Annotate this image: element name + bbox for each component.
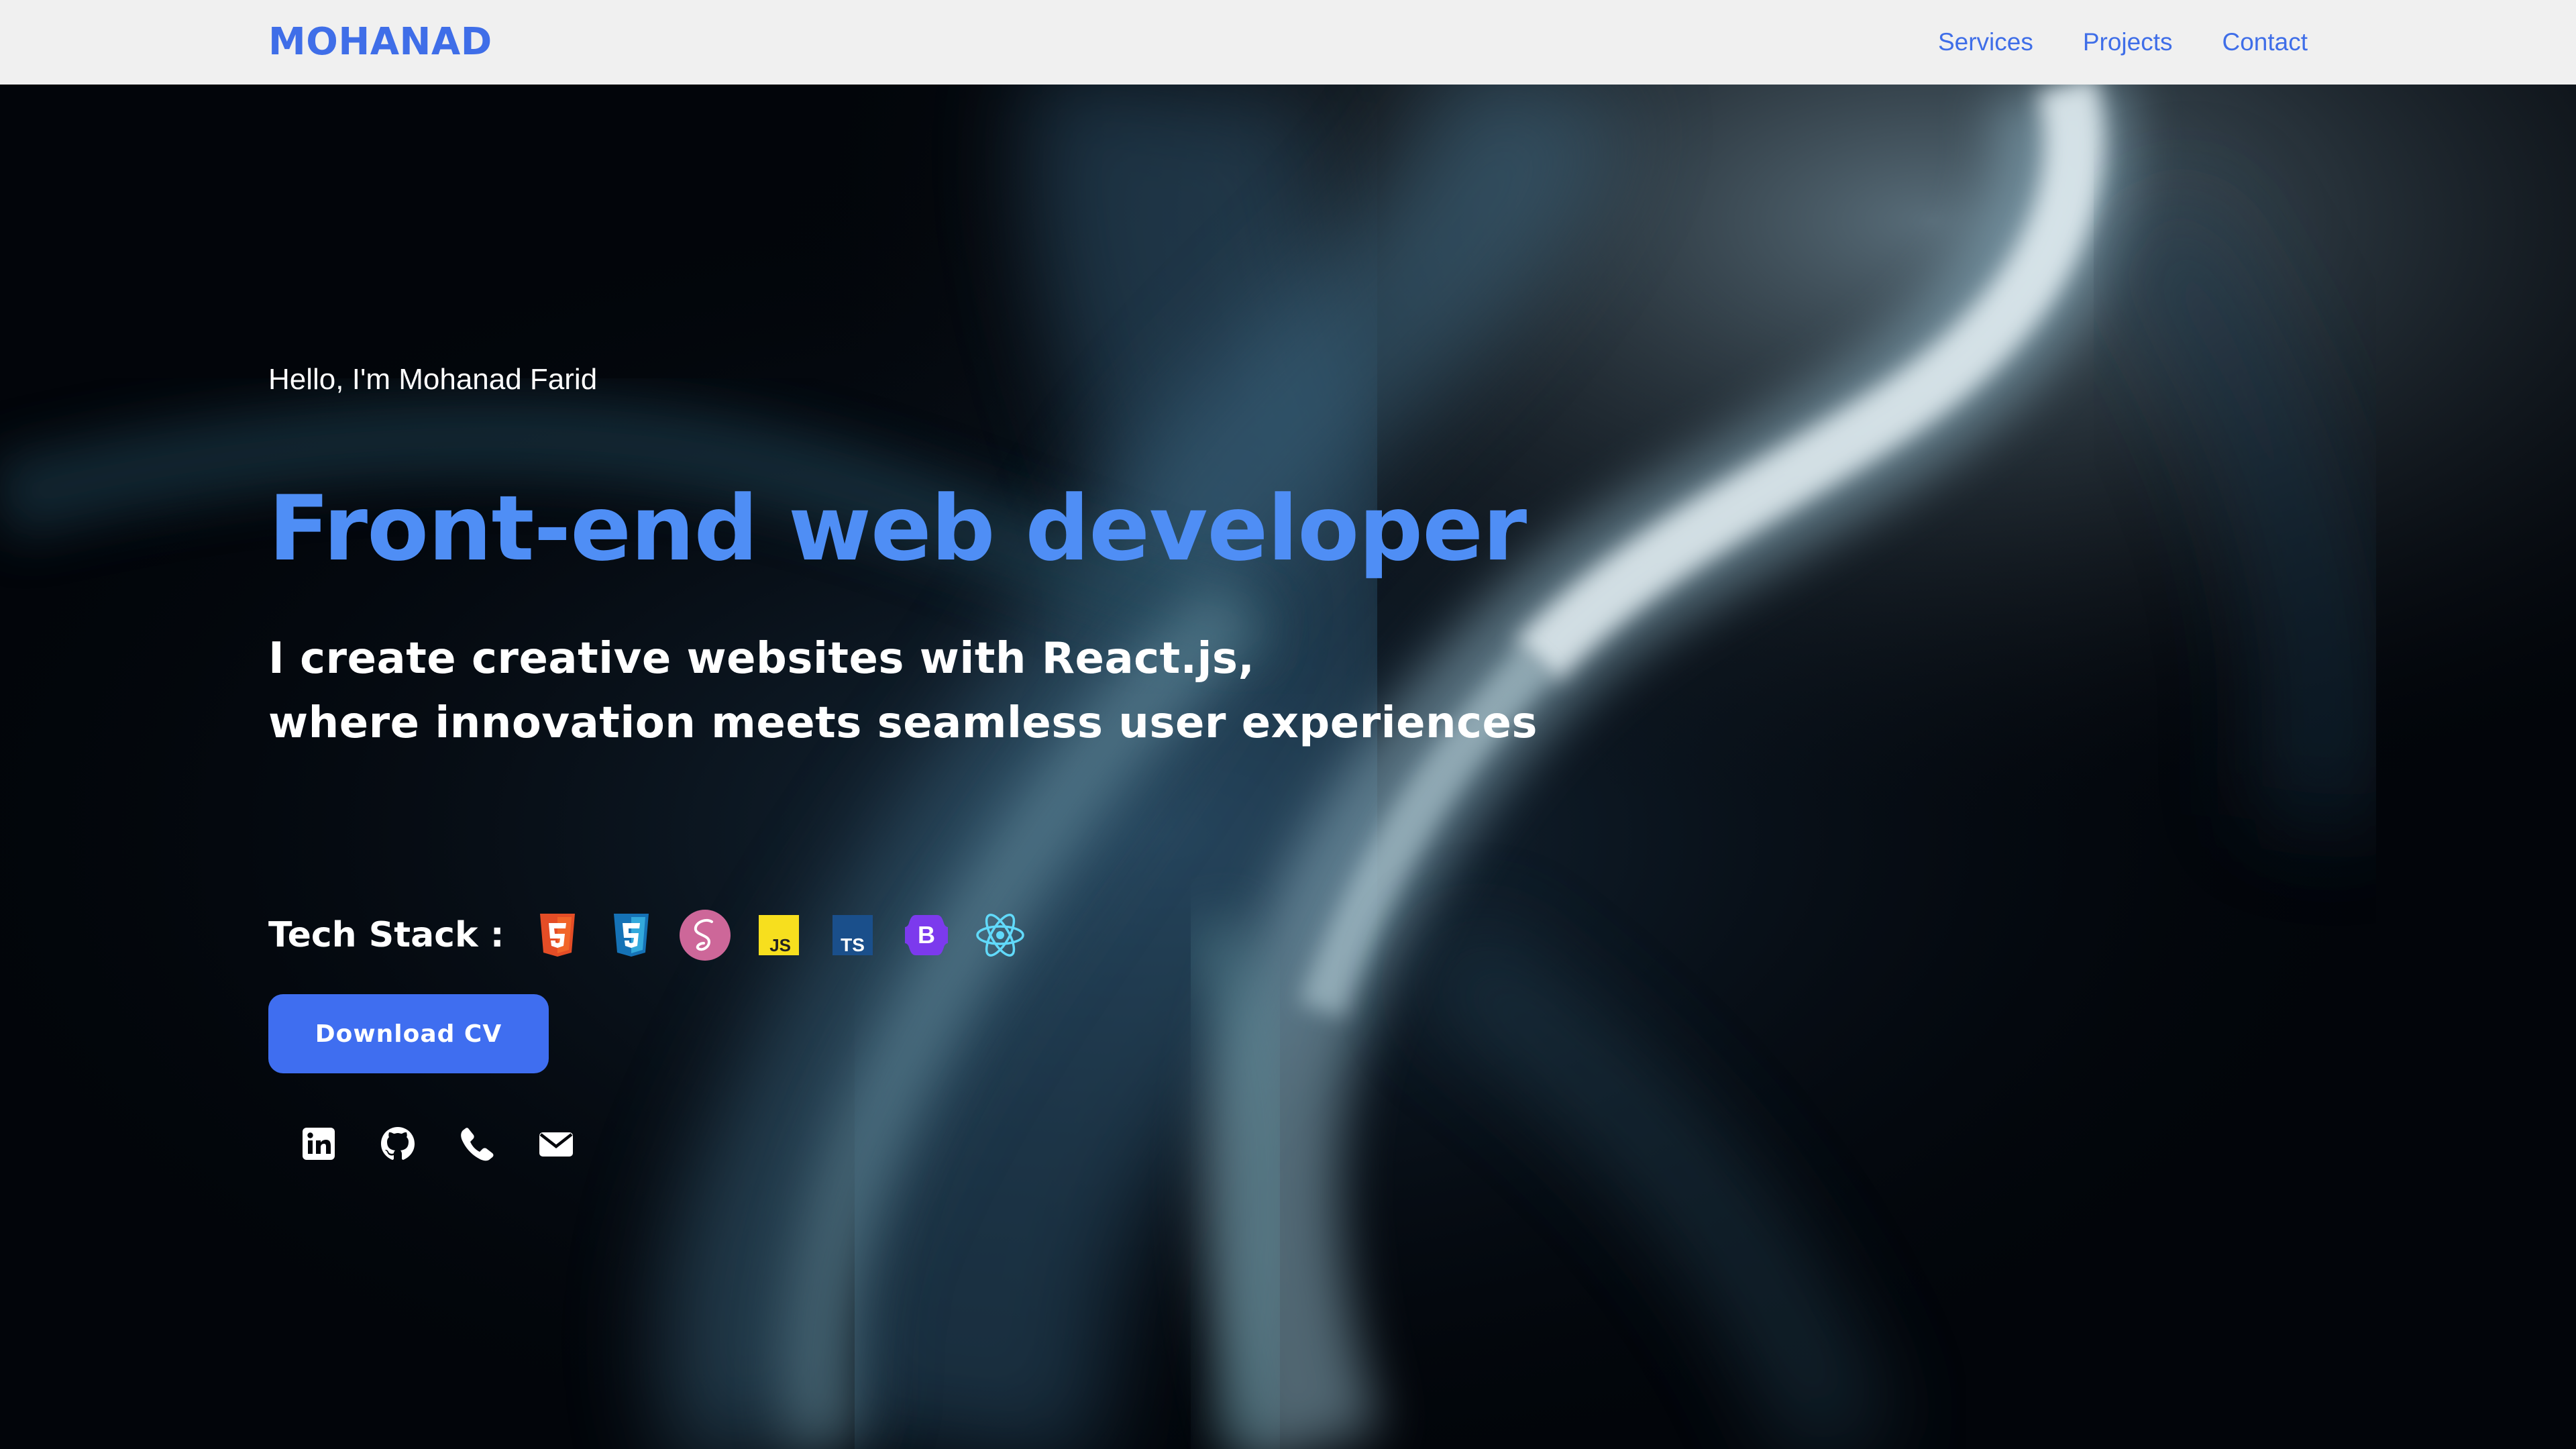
- email-icon[interactable]: [538, 1126, 574, 1162]
- navbar: MOHANAD Services Projects Contact: [0, 0, 2576, 85]
- nav-links: Services Projects Contact: [1938, 25, 2308, 59]
- tech-stack-icons: JS TS B: [531, 908, 1027, 962]
- react-icon: [973, 908, 1027, 962]
- linkedin-icon[interactable]: [301, 1126, 337, 1162]
- nav-link-services[interactable]: Services: [1938, 25, 2033, 59]
- logo-link[interactable]: MOHANAD: [268, 19, 492, 66]
- tagline-line-2: where innovation meets seamless user exp…: [268, 698, 1538, 748]
- tagline-line-1: I create creative websites with React.js…: [268, 634, 1255, 684]
- css3-icon: [604, 908, 658, 962]
- greeting-text: Hello, I'm Mohanad Farid: [268, 363, 598, 396]
- bootstrap-icon-text: B: [918, 921, 935, 949]
- hero-section: Hello, I'm Mohanad Farid Front-end web d…: [0, 85, 2576, 1449]
- tagline: I create creative websites with React.js…: [268, 627, 1538, 755]
- smoke-background: [0, 85, 2576, 1449]
- bootstrap-icon: B: [900, 908, 953, 962]
- tech-stack-label: Tech Stack :: [268, 915, 504, 955]
- github-icon[interactable]: [380, 1126, 416, 1162]
- nav-link-contact[interactable]: Contact: [2222, 25, 2308, 59]
- tech-stack: Tech Stack : JS TS B: [268, 908, 1027, 962]
- typescript-icon-text: TS: [841, 934, 865, 955]
- javascript-icon: JS: [752, 908, 806, 962]
- download-cv-button[interactable]: Download CV: [268, 994, 549, 1073]
- social-links: [301, 1126, 574, 1162]
- sass-icon: [678, 908, 732, 962]
- phone-icon[interactable]: [459, 1126, 495, 1162]
- page: MOHANAD Services Projects Contact Hello,…: [0, 0, 2576, 1449]
- headline: Front-end web developer: [268, 476, 1527, 581]
- nav-link-projects[interactable]: Projects: [2083, 25, 2173, 59]
- javascript-icon-text: JS: [770, 935, 792, 955]
- typescript-icon: TS: [826, 908, 879, 962]
- html5-icon: [531, 908, 584, 962]
